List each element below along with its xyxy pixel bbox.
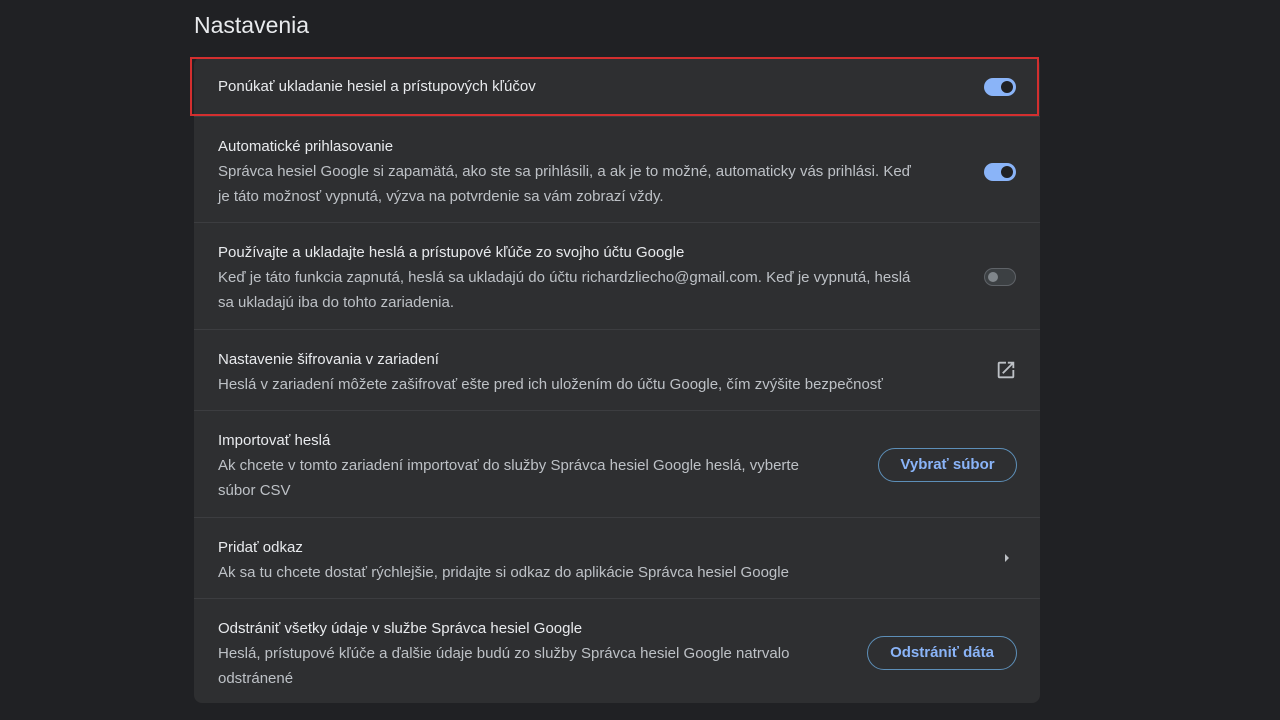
desc-line: súbor CSV [218, 482, 291, 499]
setting-import-desc: Ak chcete v tomto zariadení importovať d… [218, 453, 968, 503]
setting-delete-title: Odstrániť všetky údaje v službe Správca … [218, 620, 583, 637]
setting-delete-desc: Heslá, prístupové kľúče a ďalšie údaje b… [218, 641, 968, 691]
setting-account-storage-desc: Keď je táto funkcia zapnutá, heslá sa uk… [218, 265, 968, 315]
toggle-knob [988, 272, 998, 282]
setting-auto-signin[interactable]: Automatické prihlasovanie Správca hesiel… [194, 116, 1040, 223]
setting-encryption[interactable]: Nastavenie šifrovania v zariadení Heslá … [194, 329, 1040, 411]
offer-save-toggle[interactable] [984, 78, 1016, 96]
setting-account-storage[interactable]: Používajte a ukladajte heslá a prístupov… [194, 222, 1040, 330]
setting-auto-signin-desc: Správca hesiel Google si zapamätá, ako s… [218, 159, 968, 209]
delete-data-button[interactable]: Odstrániť dáta [867, 636, 1017, 670]
settings-card: Ponúkať ukladanie hesiel a prístupových … [194, 57, 1040, 703]
desc-line: Keď je táto funkcia zapnutá, heslá sa uk… [218, 269, 911, 286]
page-title: Nastavenia [194, 12, 310, 38]
toggle-knob [1001, 81, 1013, 93]
desc-line: je táto možnosť vypnutá, výzva na potvrd… [218, 188, 664, 205]
setting-account-storage-title: Používajte a ukladajte heslá a prístupov… [218, 244, 685, 261]
account-storage-toggle[interactable] [984, 268, 1016, 286]
desc-line: Heslá, prístupové kľúče a ďalšie údaje b… [218, 645, 790, 662]
chevron-right-icon[interactable] [1002, 552, 1012, 564]
setting-encryption-title: Nastavenie šifrovania v zariadení [218, 351, 439, 368]
toggle-knob [1001, 166, 1013, 178]
desc-line: Ak sa tu chcete dostať rýchlejšie, prida… [218, 564, 789, 581]
setting-shortcut[interactable]: Pridať odkaz Ak sa tu chcete dostať rých… [194, 517, 1040, 599]
setting-encryption-desc: Heslá v zariadení môžete zašifrovať ešte… [218, 372, 968, 397]
desc-line: Správca hesiel Google si zapamätá, ako s… [218, 163, 911, 180]
setting-offer-save-title: Ponúkať ukladanie hesiel a prístupových … [218, 78, 536, 95]
setting-offer-save[interactable]: Ponúkať ukladanie hesiel a prístupových … [194, 57, 1040, 116]
choose-file-button[interactable]: Vybrať súbor [878, 448, 1017, 482]
desc-line: Ak chcete v tomto zariadení importovať d… [218, 457, 799, 474]
desc-line: Heslá v zariadení môžete zašifrovať ešte… [218, 376, 883, 393]
desc-line: sa ukladajú iba do tohto zariadenia. [218, 294, 455, 311]
external-link-icon[interactable] [995, 359, 1017, 381]
setting-delete-data[interactable]: Odstrániť všetky údaje v službe Správca … [194, 598, 1040, 703]
setting-shortcut-title: Pridať odkaz [218, 539, 303, 556]
auto-signin-toggle[interactable] [984, 163, 1016, 181]
desc-line: odstránené [218, 670, 294, 687]
setting-import[interactable]: Importovať heslá Ak chcete v tomto zaria… [194, 410, 1040, 518]
setting-auto-signin-title: Automatické prihlasovanie [218, 138, 394, 155]
setting-shortcut-desc: Ak sa tu chcete dostať rýchlejšie, prida… [218, 560, 968, 585]
setting-import-title: Importovať heslá [218, 432, 331, 449]
